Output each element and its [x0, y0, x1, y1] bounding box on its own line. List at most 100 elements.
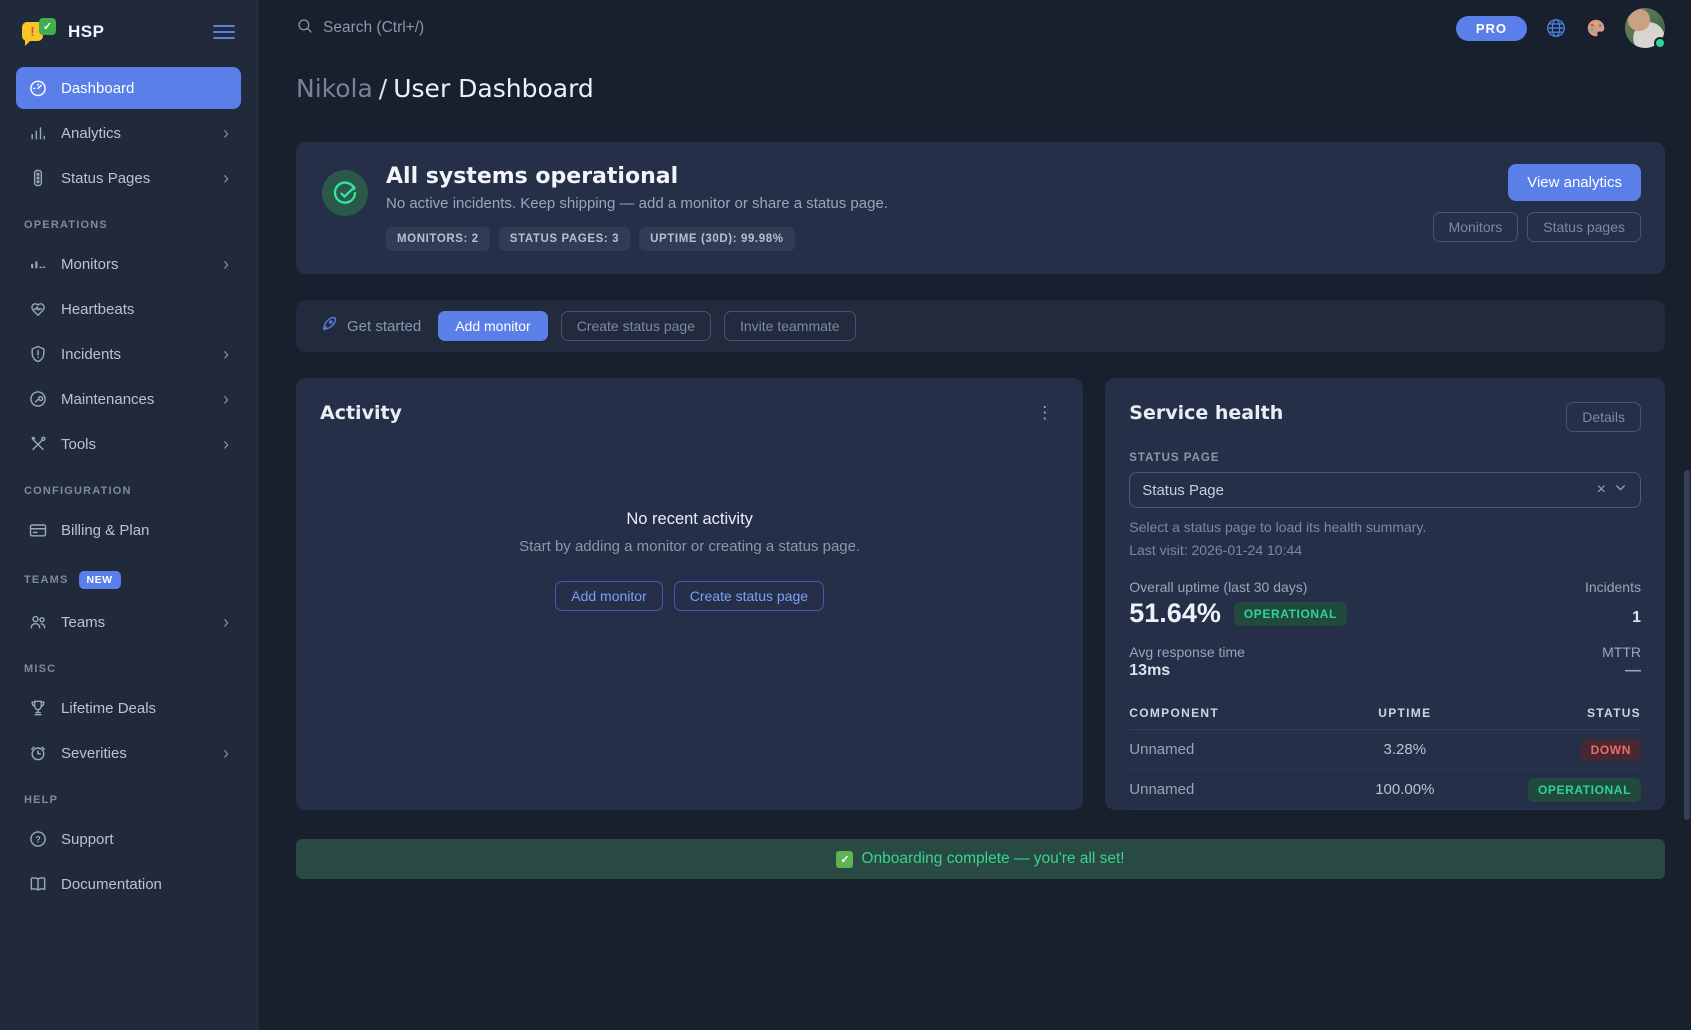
sidebar-item-tools[interactable]: Tools › — [16, 423, 241, 465]
content: Nikola/User Dashboard All systems operat… — [258, 56, 1691, 879]
sidebar-item-label: Severities — [61, 745, 127, 762]
sidebar-item-severities[interactable]: Severities › — [16, 732, 241, 774]
theme-palette-icon[interactable] — [1585, 17, 1607, 39]
sidebar-item-support[interactable]: ? Support — [16, 818, 241, 860]
sidebar-item-label: Billing & Plan — [61, 522, 149, 539]
rocket-icon — [320, 315, 338, 337]
topbar: Search (Ctrl+/) PRO — [258, 0, 1691, 56]
chevron-down-icon[interactable] — [1613, 480, 1628, 500]
get-started-bar: Get started Add monitor Create status pa… — [296, 300, 1665, 352]
operational-status-badge: OPERATIONAL — [1234, 602, 1347, 626]
empty-title: No recent activity — [320, 510, 1059, 529]
sidebar-item-label: Monitors — [61, 256, 119, 273]
sidebar-item-label: Dashboard — [61, 80, 134, 97]
operational-status-badge: OPERATIONAL — [1528, 778, 1641, 802]
chevron-right-icon: › — [223, 345, 229, 363]
sidebar-item-heartbeats[interactable]: Heartbeats — [16, 288, 241, 330]
wrench-circle-icon — [28, 389, 48, 409]
traffic-light-icon — [28, 168, 48, 188]
heartbeat-icon — [28, 299, 48, 319]
sidebar-item-label: Documentation — [61, 876, 162, 893]
status-page-field-label: STATUS PAGE — [1129, 452, 1641, 464]
component-name: Unnamed — [1129, 741, 1326, 758]
sidebar-item-dashboard[interactable]: Dashboard — [16, 67, 241, 109]
onboarding-complete-banner: ✓ Onboarding complete — you're all set! — [296, 839, 1665, 879]
brand-name: HSP — [68, 22, 201, 42]
sidebar-item-monitors[interactable]: Monitors › — [16, 243, 241, 285]
sidebar-item-status-pages[interactable]: Status Pages › — [16, 157, 241, 199]
pro-badge[interactable]: PRO — [1456, 16, 1527, 41]
uptime-chip: UPTIME (30D): 99.98% — [639, 227, 794, 251]
invite-teammate-button[interactable]: Invite teammate — [724, 311, 856, 341]
activity-card: Activity ⋮ No recent activity Start by a… — [296, 378, 1083, 810]
components-table: COMPONENT UPTIME STATUS Unnamed 3.28% DO… — [1129, 698, 1641, 810]
view-analytics-button[interactable]: View analytics — [1508, 164, 1641, 201]
chevron-right-icon: › — [223, 255, 229, 273]
sidebar-item-lifetime-deals[interactable]: Lifetime Deals — [16, 687, 241, 729]
breadcrumb: Nikola/User Dashboard — [296, 72, 1665, 106]
dashboard-grid: Activity ⋮ No recent activity Start by a… — [296, 378, 1665, 810]
empty-create-status-page-button[interactable]: Create status page — [674, 581, 824, 611]
breadcrumb-parent[interactable]: Nikola — [296, 74, 373, 103]
sidebar-item-billing-plan[interactable]: Billing & Plan — [16, 509, 241, 551]
hamburger-menu-icon[interactable] — [213, 25, 235, 39]
sidebar-item-analytics[interactable]: Analytics › — [16, 112, 241, 154]
hero-subtitle: No active incidents. Keep shipping — add… — [386, 195, 1433, 212]
operational-check-icon — [322, 170, 368, 216]
hero-badges: MONITORS: 2 STATUS PAGES: 3 UPTIME (30D)… — [386, 227, 1433, 251]
credit-card-icon — [28, 520, 48, 540]
chevron-right-icon: › — [223, 435, 229, 453]
globe-icon[interactable] — [1545, 17, 1567, 39]
mttr-value: — — [1625, 662, 1641, 680]
kebab-menu-icon[interactable]: ⋮ — [1030, 402, 1059, 423]
table-row: Unnamed 3.28% DOWN — [1129, 730, 1641, 770]
empty-subtitle: Start by adding a monitor or creating a … — [320, 538, 1059, 555]
sidebar: !✓ HSP Dashboard Analytics › Status Page… — [0, 0, 258, 1030]
online-status-dot — [1654, 37, 1666, 49]
tools-icon — [28, 434, 48, 454]
page-scrollbar — [1683, 0, 1691, 1030]
scrollbar-thumb[interactable] — [1684, 470, 1690, 820]
add-monitor-button[interactable]: Add monitor — [438, 311, 547, 341]
monitor-bars-icon — [28, 254, 48, 274]
status-pages-button[interactable]: Status pages — [1527, 212, 1641, 242]
sidebar-item-label: Support — [61, 831, 114, 848]
sidebar-item-label: Analytics — [61, 125, 121, 142]
sidebar-item-label: Incidents — [61, 346, 121, 363]
monitors-button[interactable]: Monitors — [1433, 212, 1519, 242]
last-visit-text: Last visit: 2026-01-24 10:44 — [1129, 542, 1641, 558]
sidebar-item-label: Status Pages — [61, 170, 150, 187]
component-uptime: 100.00% — [1326, 781, 1483, 798]
search-input[interactable]: Search (Ctrl+/) — [296, 17, 424, 40]
sidebar-item-maintenances[interactable]: Maintenances › — [16, 378, 241, 420]
chevron-right-icon: › — [223, 169, 229, 187]
uptime-value: 51.64% — [1129, 598, 1221, 629]
empty-add-monitor-button[interactable]: Add monitor — [555, 581, 662, 611]
section-label-operations: OPERATIONS — [24, 219, 233, 231]
hero-actions: View analytics Monitors Status pages — [1433, 164, 1641, 242]
create-status-page-button[interactable]: Create status page — [561, 311, 711, 341]
users-icon — [28, 612, 48, 632]
sidebar-item-label: Lifetime Deals — [61, 700, 156, 717]
components-table-header: COMPONENT UPTIME STATUS — [1129, 698, 1641, 730]
status-pages-count-chip: STATUS PAGES: 3 — [499, 227, 630, 251]
user-avatar[interactable] — [1625, 8, 1665, 48]
check-emoji-icon: ✓ — [836, 851, 853, 868]
sidebar-item-incidents[interactable]: Incidents › — [16, 333, 241, 375]
status-hero-card: All systems operational No active incide… — [296, 142, 1665, 274]
help-circle-icon: ? — [28, 829, 48, 849]
shield-alert-icon — [28, 344, 48, 364]
status-page-select-value: Status Page — [1142, 482, 1589, 499]
section-label-teams: TEAMS NEW — [24, 571, 233, 589]
mttr-label: MTTR — [1602, 644, 1641, 660]
brand-row: !✓ HSP — [16, 0, 241, 64]
clear-selection-icon[interactable]: × — [1590, 481, 1613, 499]
main-area: Search (Ctrl+/) PRO Nikola/User Dashboar… — [258, 0, 1691, 1030]
status-page-select[interactable]: Status Page × — [1129, 472, 1641, 508]
service-health-card: Service health Details STATUS PAGE Statu… — [1105, 378, 1665, 810]
chevron-right-icon: › — [223, 390, 229, 408]
sidebar-item-teams[interactable]: Teams › — [16, 601, 241, 643]
details-button[interactable]: Details — [1566, 402, 1641, 432]
banner-text: Onboarding complete — you're all set! — [861, 850, 1124, 868]
sidebar-item-documentation[interactable]: Documentation — [16, 863, 241, 905]
